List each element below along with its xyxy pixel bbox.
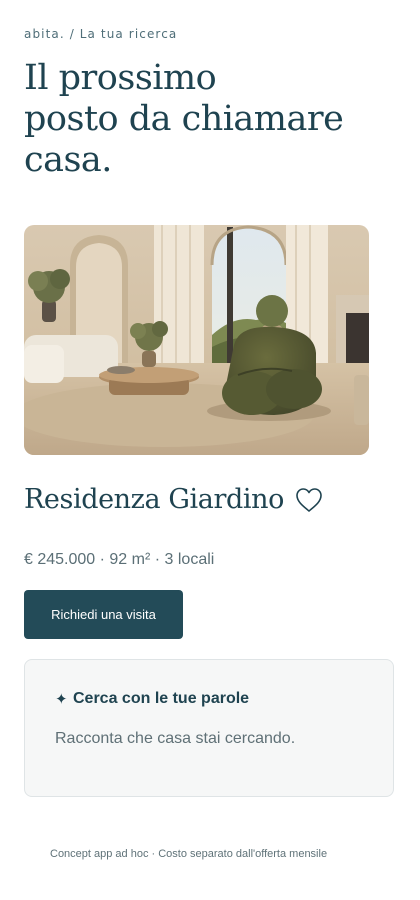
search-card-header: ✦ Cerca con le tue parole bbox=[55, 690, 249, 708]
listing-photo[interactable] bbox=[24, 225, 369, 455]
natural-language-search-card[interactable]: ✦ Cerca con le tue parole Racconta che c… bbox=[24, 659, 394, 797]
page-title: Il prossimo posto da chiamare casa. bbox=[24, 58, 394, 181]
listing-facts: € 245.000 · 92 m² · 3 locali bbox=[24, 551, 215, 568]
heart-outline-icon[interactable] bbox=[294, 486, 324, 514]
listing-title-row: Residenza Giardino bbox=[24, 484, 324, 515]
page-title-line-2: posto da chiamare bbox=[24, 99, 344, 139]
page-title-line-3: casa. bbox=[24, 140, 112, 180]
search-prompt[interactable]: Racconta che casa stai cercando. bbox=[55, 730, 295, 748]
listing-name: Residenza Giardino bbox=[24, 484, 284, 515]
sparkle-icon: ✦ bbox=[55, 691, 68, 708]
breadcrumb[interactable]: abita. / La tua ricerca bbox=[24, 27, 177, 41]
request-visit-button[interactable]: Richiedi una visita bbox=[24, 590, 183, 639]
footer-note: Concept app ad hoc · Costo separato dall… bbox=[50, 848, 328, 860]
search-card-title: Cerca con le tue parole bbox=[73, 690, 250, 707]
page-title-line-1: Il prossimo bbox=[24, 58, 217, 98]
